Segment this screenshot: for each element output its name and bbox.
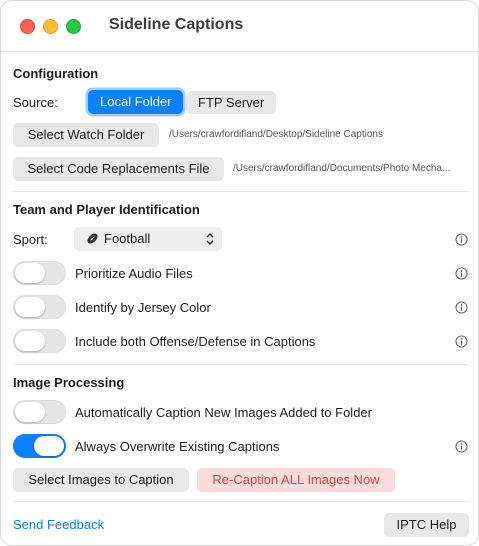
recaption-all-button[interactable]: Re-Caption ALL Images Now (197, 468, 395, 492)
footer-divider (13, 501, 469, 502)
chevron-up-down-icon (206, 232, 214, 246)
football-icon (87, 233, 98, 244)
toggle-knob (15, 297, 45, 317)
jersey-color-label: Identify by Jersey Color (75, 300, 211, 315)
source-label: Source: (13, 95, 58, 110)
select-images-button[interactable]: Select Images to Caption (13, 468, 189, 492)
select-watch-folder-button[interactable]: Select Watch Folder (13, 123, 159, 147)
code-replacements-path: /Users/crawfordifland/Documents/Photo Me… (233, 163, 451, 174)
zoom-window-button[interactable] (66, 19, 81, 34)
configuration-heading: Configuration (13, 66, 99, 81)
auto-caption-label: Automatically Caption New Images Added t… (75, 405, 372, 420)
overwrite-captions-label: Always Overwrite Existing Captions (75, 439, 280, 454)
info-circle-icon[interactable] (455, 440, 468, 453)
toggle-knob (15, 402, 45, 422)
select-code-replacements-button[interactable]: Select Code Replacements File (13, 157, 224, 181)
offense-defense-label: Include both Offense/Defense in Captions (75, 334, 316, 349)
overwrite-captions-toggle[interactable] (13, 434, 66, 458)
section-divider (13, 364, 469, 365)
info-circle-icon[interactable] (455, 267, 468, 280)
title-divider (1, 51, 478, 52)
window-title: Sideline Captions (109, 16, 244, 33)
sport-label: Sport: (13, 232, 48, 247)
iptc-help-button[interactable]: IPTC Help (384, 513, 469, 537)
toggle-knob (15, 263, 45, 283)
offense-defense-toggle[interactable] (13, 329, 66, 353)
watch-folder-path: /Users/crawfordifland/Desktop/Sideline C… (169, 129, 383, 140)
source-ftp-server-option[interactable]: FTP Server (186, 91, 276, 114)
prioritize-audio-label: Prioritize Audio Files (75, 266, 193, 281)
info-circle-icon[interactable] (455, 335, 468, 348)
info-circle-icon[interactable] (455, 233, 468, 246)
team-identification-heading: Team and Player Identification (13, 202, 200, 217)
send-feedback-link[interactable]: Send Feedback (13, 517, 104, 532)
toggle-knob (15, 331, 45, 351)
section-divider (13, 191, 469, 192)
title-bar: Sideline Captions (1, 1, 478, 51)
source-local-folder-option[interactable]: Local Folder (88, 90, 183, 114)
info-circle-icon[interactable] (455, 301, 468, 314)
close-window-button[interactable] (20, 19, 35, 34)
minimize-window-button[interactable] (43, 19, 58, 34)
prioritize-audio-toggle[interactable] (13, 261, 66, 285)
jersey-color-toggle[interactable] (13, 295, 66, 319)
sport-select[interactable]: Football (74, 227, 222, 251)
auto-caption-toggle[interactable] (13, 400, 66, 424)
sport-select-value: Football (104, 231, 151, 246)
app-window: Sideline Captions Configuration Source: … (0, 0, 479, 546)
toggle-knob (34, 436, 64, 456)
image-processing-heading: Image Processing (13, 375, 125, 390)
